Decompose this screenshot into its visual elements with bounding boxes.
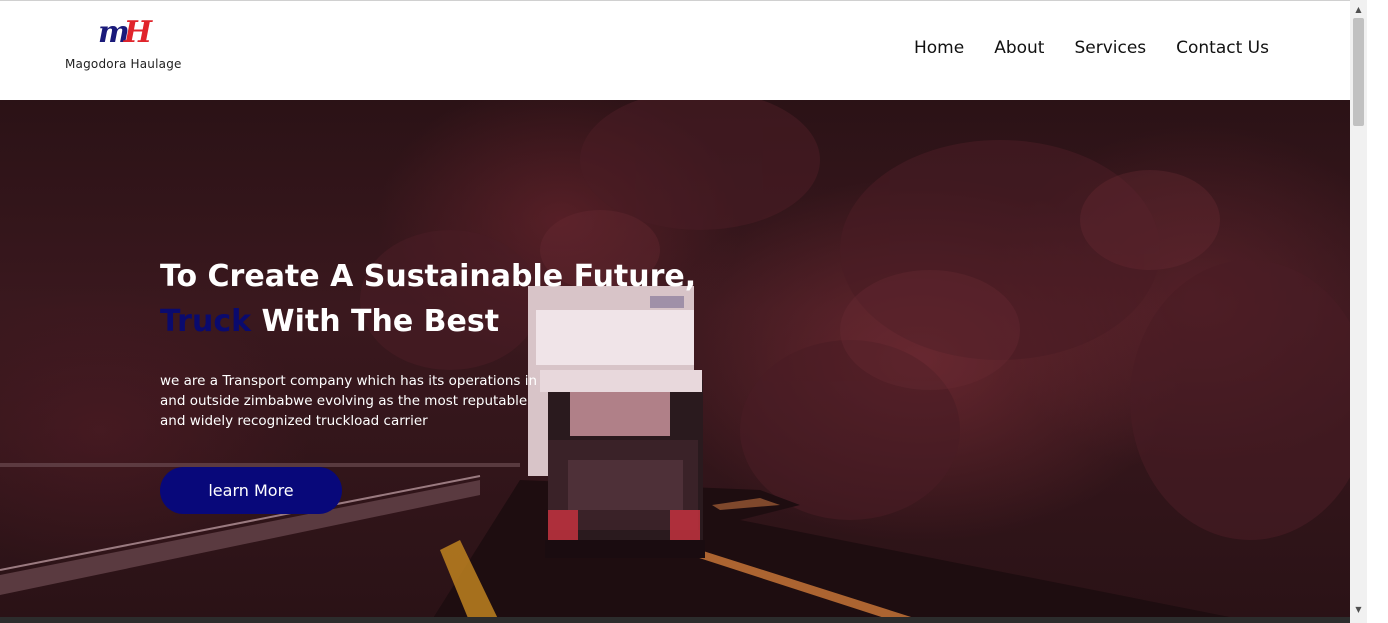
hero-title-rest: With The Best [251,304,500,339]
bottom-edge [0,617,1350,623]
hero-background-image [0,100,1350,623]
nav-services[interactable]: Services [1074,37,1146,59]
hero-section: To Create A Sustainable Future, Truck Wi… [0,100,1350,623]
site-header: mH Magodora Haulage Home About Services … [0,0,1350,100]
learn-more-button[interactable]: learn More [160,467,342,514]
scroll-down-icon[interactable]: ▼ [1350,602,1367,618]
window-edge [1367,0,1388,623]
logo-mark: mH [98,15,178,51]
scroll-up-icon[interactable]: ▲ [1350,2,1367,18]
scroll-thumb[interactable] [1353,18,1364,126]
page: mH Magodora Haulage Home About Services … [0,0,1350,623]
brand-logo[interactable]: mH Magodora Haulage [62,15,192,77]
nav-contact-us[interactable]: Contact Us [1176,37,1269,59]
hero-title-line1: To Create A Sustainable Future, [160,259,697,294]
hero-title-accent: Truck [160,304,252,339]
logo-letter-h: H [123,15,153,50]
hero-description: we are a Transport company which has its… [160,373,538,429]
vertical-scrollbar[interactable]: ▲ ▼ [1350,0,1367,623]
nav-about[interactable]: About [994,37,1044,59]
nav-home[interactable]: Home [914,37,964,59]
main-nav: Home About Services Contact Us [914,37,1269,59]
hero-title: To Create A Sustainable Future, Truck Wi… [160,254,780,344]
brand-name: Magodora Haulage [65,57,182,71]
